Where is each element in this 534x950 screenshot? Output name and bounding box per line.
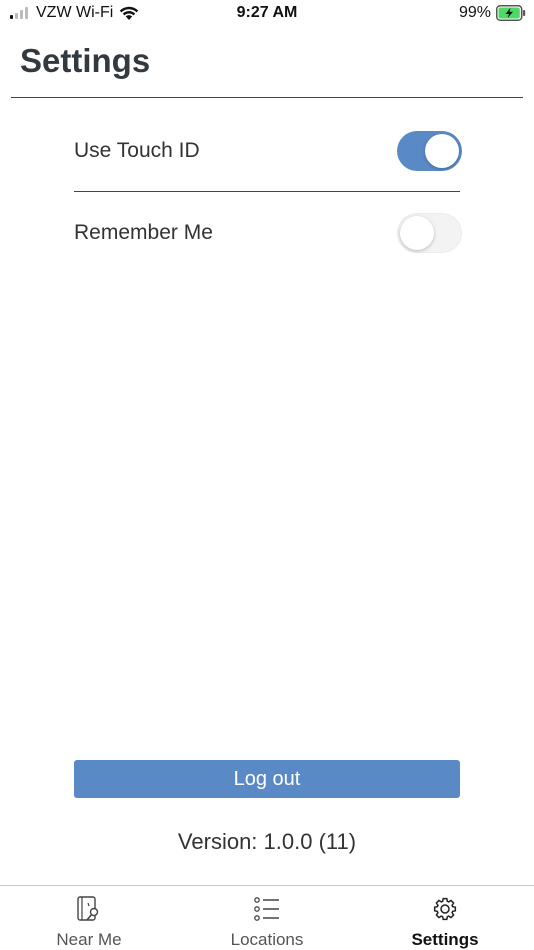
setting-row-touch-id: Use Touch ID [74, 131, 462, 171]
remember-me-toggle[interactable] [397, 213, 462, 253]
tab-bar: Near Me Locations Settings [0, 885, 534, 950]
tab-label-settings: Settings [411, 930, 479, 949]
battery-percent: 99% [458, 4, 491, 21]
touch-id-toggle[interactable] [397, 131, 462, 171]
status-time: 9:27 AM [236, 4, 298, 21]
toggle-knob [400, 216, 434, 250]
list-icon [254, 897, 279, 921]
status-bar: VZW Wi-Fi 9:27 AM 99% [0, 0, 534, 28]
setting-label-remember-me: Remember Me [74, 221, 213, 244]
setting-row-remember-me: Remember Me [74, 213, 462, 253]
battery-charging-icon [496, 5, 526, 21]
version-text: Version: 1.0.0 (11) [177, 829, 357, 854]
page-title: Settings [20, 42, 151, 79]
gear-icon [433, 897, 457, 921]
status-right: 99% [459, 4, 526, 22]
tab-near-me[interactable]: Near Me [0, 886, 178, 950]
tab-locations[interactable]: Locations [178, 886, 356, 950]
tab-label-locations: Locations [230, 930, 304, 949]
logout-button[interactable]: Log out [74, 760, 460, 798]
setting-label-touch-id: Use Touch ID [74, 139, 200, 162]
header-divider [11, 97, 523, 98]
settings-screen: VZW Wi-Fi 9:27 AM 99% Settings Use Touch… [0, 0, 534, 950]
tab-settings[interactable]: Settings [356, 886, 534, 950]
near-me-icon [77, 896, 99, 921]
toggle-knob [425, 134, 459, 168]
row-divider [74, 191, 460, 192]
tab-label-near-me: Near Me [56, 930, 122, 949]
